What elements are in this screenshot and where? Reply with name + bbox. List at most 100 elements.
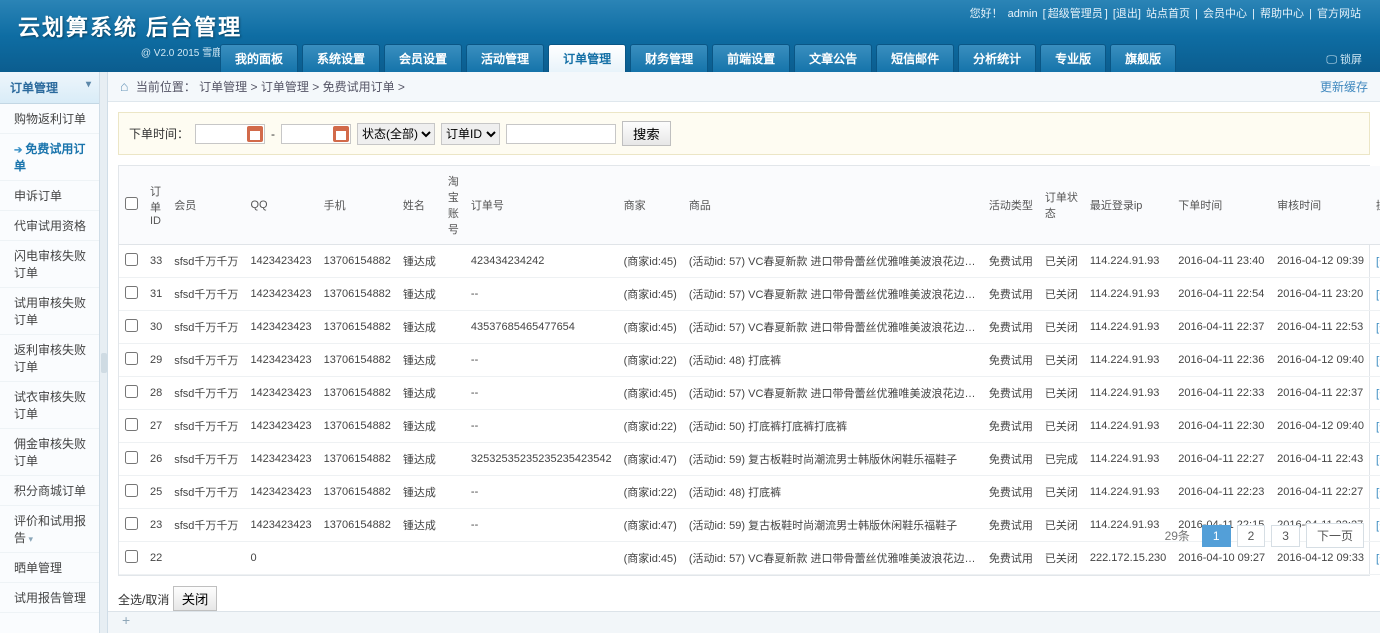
logout-link[interactable]: [退出] bbox=[1113, 8, 1141, 20]
search-button[interactable]: 搜索 bbox=[622, 121, 671, 146]
site-home-link[interactable]: 站点首页 bbox=[1146, 8, 1190, 20]
view-detail-link[interactable]: [查看详情] bbox=[1376, 388, 1380, 400]
col-9: 商品 bbox=[683, 166, 983, 245]
row-check[interactable] bbox=[125, 451, 138, 464]
help-center-link[interactable]: 帮助中心 bbox=[1260, 8, 1304, 20]
col-12: 最近登录ip bbox=[1084, 166, 1172, 245]
home-icon bbox=[120, 80, 132, 94]
table-row: 30sfsd千万千万142342342313706154882锺达成435376… bbox=[119, 311, 1380, 344]
view-detail-link[interactable]: [查看详情] bbox=[1376, 553, 1380, 565]
row-check[interactable] bbox=[125, 418, 138, 431]
nav-tab-1[interactable]: 系统设置 bbox=[302, 44, 380, 72]
official-site-link[interactable]: 官方网站 bbox=[1317, 8, 1361, 20]
sidebar-item-2[interactable]: 申诉订单 bbox=[0, 181, 99, 211]
crumb-3[interactable]: 免费试用订单 bbox=[323, 80, 395, 94]
sidebar-item-8[interactable]: 佣金审核失败订单 bbox=[0, 429, 99, 476]
sidebar-item-0[interactable]: 购物返利订单 bbox=[0, 104, 99, 134]
page-next[interactable]: 下一页 bbox=[1306, 523, 1364, 548]
crumb-2[interactable]: 订单管理 bbox=[261, 80, 309, 94]
row-check[interactable] bbox=[125, 550, 138, 563]
keyword-input[interactable] bbox=[506, 124, 616, 144]
row-check[interactable] bbox=[125, 484, 138, 497]
row-check[interactable] bbox=[125, 286, 138, 299]
row-check[interactable] bbox=[125, 385, 138, 398]
sidebar-collapse[interactable] bbox=[100, 72, 108, 633]
col-4: 手机 bbox=[318, 166, 397, 245]
user-link[interactable]: admin bbox=[1008, 8, 1038, 20]
filter-bar: 下单时间： - 状态(全部) 订单ID 搜索 bbox=[118, 112, 1370, 155]
main-area: 当前位置： 订单管理 > 订单管理 > 免费试用订单 > 更新缓存 下单时间： … bbox=[108, 72, 1380, 633]
refresh-cache[interactable]: 更新缓存 bbox=[1320, 78, 1368, 95]
view-detail-link[interactable]: [查看详情] bbox=[1376, 520, 1380, 532]
col-3: QQ bbox=[244, 166, 317, 245]
pager: 29条 123 下一页 bbox=[1165, 523, 1364, 548]
col-5: 姓名 bbox=[397, 166, 442, 245]
sidebar-item-9[interactable]: 积分商城订单 bbox=[0, 476, 99, 506]
nav-tab-6[interactable]: 前端设置 bbox=[712, 44, 790, 72]
col-8: 商家 bbox=[618, 166, 683, 245]
sidebar-item-3[interactable]: 代审试用资格 bbox=[0, 211, 99, 241]
order-table: 订单ID会员QQ手机姓名淘宝账号订单号商家商品活动类型订单状态最近登录ip下单时… bbox=[119, 166, 1380, 575]
sidebar-item-5[interactable]: 试用审核失败订单 bbox=[0, 288, 99, 335]
nav-tab-4[interactable]: 订单管理 bbox=[548, 44, 626, 72]
col-13: 下单时间 bbox=[1172, 166, 1271, 245]
sidebar-head[interactable]: 订单管理 bbox=[0, 72, 99, 104]
status-select[interactable]: 状态(全部) bbox=[357, 123, 435, 145]
sidebar-item-7[interactable]: 试衣审核失败订单 bbox=[0, 382, 99, 429]
row-check[interactable] bbox=[125, 253, 138, 266]
col-14: 审核时间 bbox=[1271, 166, 1370, 245]
select-all-label[interactable]: 全选/取消 bbox=[118, 593, 169, 607]
view-detail-link[interactable]: [查看详情] bbox=[1376, 454, 1380, 466]
sidebar-item-6[interactable]: 返利审核失败订单 bbox=[0, 335, 99, 382]
logo-title-2: 后台管理 bbox=[146, 15, 242, 40]
nav-tab-7[interactable]: 文章公告 bbox=[794, 44, 872, 72]
view-detail-link[interactable]: [查看详情] bbox=[1376, 322, 1380, 334]
sidebar-item-12[interactable]: 试用报告管理 bbox=[0, 583, 99, 613]
member-center-link[interactable]: 会员中心 bbox=[1203, 8, 1247, 20]
row-check[interactable] bbox=[125, 352, 138, 365]
crumb-1[interactable]: 订单管理 bbox=[199, 80, 247, 94]
view-detail-link[interactable]: [查看详情] bbox=[1376, 355, 1380, 367]
sidebar-item-1[interactable]: 免费试用订单 bbox=[0, 134, 99, 181]
view-detail-link[interactable]: [查看详情] bbox=[1376, 289, 1380, 301]
role-link[interactable]: 超级管理员 bbox=[1048, 8, 1103, 20]
nav-tab-9[interactable]: 分析统计 bbox=[958, 44, 1036, 72]
bottom-strip: + bbox=[108, 611, 1380, 633]
nav-tab-10[interactable]: 专业版 bbox=[1040, 44, 1106, 72]
bulk-close-button[interactable]: 关闭 bbox=[173, 586, 218, 611]
sidebar-item-11[interactable]: 晒单管理 bbox=[0, 553, 99, 583]
check-all[interactable] bbox=[125, 197, 138, 210]
view-detail-link[interactable]: [查看详情] bbox=[1376, 487, 1380, 499]
page-1[interactable]: 1 bbox=[1202, 525, 1231, 547]
page-3[interactable]: 3 bbox=[1271, 525, 1300, 547]
view-detail-link[interactable]: [查看详情] bbox=[1376, 421, 1380, 433]
nav-tab-5[interactable]: 财务管理 bbox=[630, 44, 708, 72]
table-row: 31sfsd千万千万142342342313706154882锺达成--(商家i… bbox=[119, 278, 1380, 311]
nav-tab-2[interactable]: 会员设置 bbox=[384, 44, 462, 72]
id-select[interactable]: 订单ID bbox=[441, 123, 500, 145]
col-0 bbox=[119, 166, 144, 245]
app-header: 云划算系统 后台管理 @ V2.0 2015 雪鹿网络 您好！ admin [超… bbox=[0, 0, 1380, 72]
sidebar-item-10[interactable]: 评价和试用报告 bbox=[0, 506, 99, 553]
calendar-icon[interactable] bbox=[247, 126, 263, 142]
pager-total: 29条 bbox=[1165, 527, 1196, 544]
nav-tab-0[interactable]: 我的面板 bbox=[220, 44, 298, 72]
col-10: 活动类型 bbox=[983, 166, 1039, 245]
table-row: 26sfsd千万千万142342342313706154882锺达成325325… bbox=[119, 443, 1380, 476]
page-2[interactable]: 2 bbox=[1237, 525, 1266, 547]
logo: 云划算系统 后台管理 @ V2.0 2015 雪鹿网络 bbox=[18, 10, 242, 59]
nav-tabs: 我的面板系统设置会员设置活动管理订单管理财务管理前端设置文章公告短信邮件分析统计… bbox=[220, 44, 1180, 72]
nav-tab-3[interactable]: 活动管理 bbox=[466, 44, 544, 72]
table-wrap: 订单ID会员QQ手机姓名淘宝账号订单号商家商品活动类型订单状态最近登录ip下单时… bbox=[118, 165, 1370, 576]
col-7: 订单号 bbox=[465, 166, 618, 245]
logo-sub: @ V2.0 2015 雪鹿网络 bbox=[18, 44, 242, 59]
calendar-icon[interactable] bbox=[333, 126, 349, 142]
row-check[interactable] bbox=[125, 319, 138, 332]
sidebar-item-4[interactable]: 闪电审核失败订单 bbox=[0, 241, 99, 288]
nav-tab-11[interactable]: 旗舰版 bbox=[1110, 44, 1176, 72]
view-detail-link[interactable]: [查看详情] bbox=[1376, 256, 1380, 268]
nav-tab-8[interactable]: 短信邮件 bbox=[876, 44, 954, 72]
bulk-bar: 全选/取消 关闭 bbox=[118, 586, 1370, 611]
lock-screen[interactable]: 锁屏 bbox=[1326, 51, 1362, 67]
row-check[interactable] bbox=[125, 517, 138, 530]
